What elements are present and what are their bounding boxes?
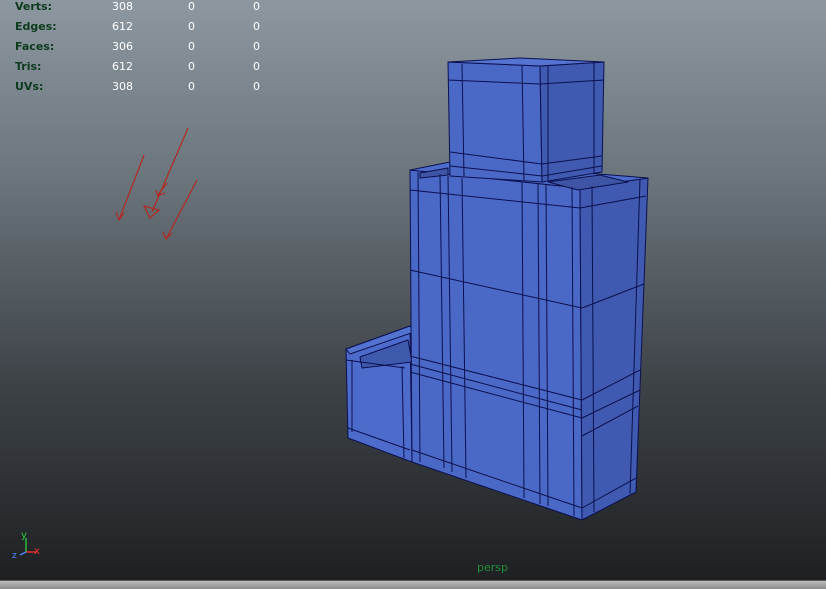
axis-z-label: z [12,551,17,561]
viewport-persp[interactable]: Verts: 308 0 0 Edges: 612 0 0 Faces: 306… [0,0,826,580]
axis-gizmo: y x z [12,530,40,561]
axis-y-label: y [21,530,27,541]
axis-x-label: x [34,546,40,557]
camera-name-label: persp [477,561,508,574]
